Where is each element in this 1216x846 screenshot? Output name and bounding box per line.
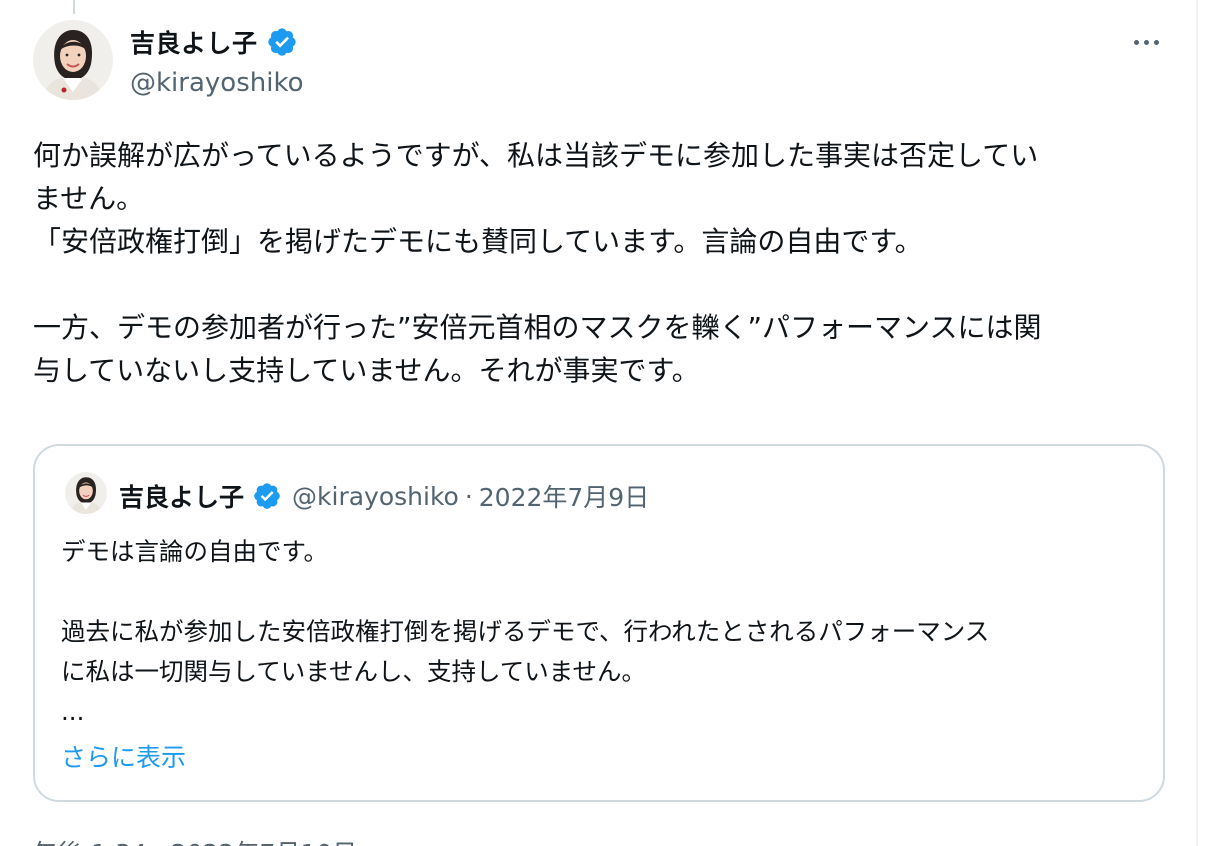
tweet-timestamp[interactable]: 午後 1:34 · 2022年7月10日 <box>33 834 357 846</box>
quoted-tweet-header: 吉良よし子 @kirayoshiko · 2022年7月9日 <box>119 478 649 514</box>
tweet-text-line: 与していないし支持していません。それが事実です。 <box>33 354 700 387</box>
tweet-text: 何か誤解が広がっているようですが、私は当該デモに参加した事実は否定してい ません… <box>33 134 1173 392</box>
quoted-text-line: 過去に私が参加した安倍政権打倒を掲げるデモで、行われたとされるパフォーマンス <box>61 617 990 646</box>
quoted-tweet-date: 2022年7月9日 <box>478 483 650 512</box>
quoted-tweet-text: デモは言論の自由です。 過去に私が参加した安倍政権打倒を掲げるデモで、行われたと… <box>61 532 1151 732</box>
tweet-text-line: 何か誤解が広がっているようですが、私は当該デモに参加した事実は否定してい <box>33 139 1039 172</box>
author-name-row: 吉良よし子 <box>130 24 298 60</box>
quoted-text-line: ... <box>61 697 85 726</box>
quoted-author-handle: @kirayoshiko <box>292 481 459 511</box>
tweet-text-line <box>33 263 1173 306</box>
thread-connector-line <box>73 0 75 14</box>
tweet-text-line: 「安倍政権打倒」を掲げたデモにも賛同しています。言論の自由です。 <box>33 225 923 258</box>
quoted-tweet-card[interactable]: 吉良よし子 @kirayoshiko · 2022年7月9日 デモは言論の自由で… <box>33 444 1165 802</box>
quoted-author-name: 吉良よし子 <box>119 483 245 512</box>
quoted-text-line <box>61 572 1151 612</box>
author-name[interactable]: 吉良よし子 <box>130 24 258 60</box>
column-border <box>1196 0 1198 846</box>
quoted-author-avatar <box>65 472 107 514</box>
more-horizontal-icon[interactable] <box>1128 28 1164 56</box>
quoted-text-line: に私は一切関与していませんし、支持していません。 <box>61 657 647 686</box>
meta-separator: · <box>464 481 473 511</box>
verified-badge-icon <box>254 483 280 509</box>
author-avatar[interactable] <box>33 20 113 100</box>
show-more-link[interactable]: さらに表示 <box>61 738 186 774</box>
tweet-text-line: ません。 <box>33 182 145 215</box>
verified-badge-icon <box>267 28 296 56</box>
tweet-text-line: 一方、デモの参加者が行った”安倍元首相のマスクを轢く”パフォーマンスには関 <box>33 311 1042 344</box>
quoted-text-line: デモは言論の自由です。 <box>61 537 329 566</box>
author-handle[interactable]: @kirayoshiko <box>130 68 303 98</box>
